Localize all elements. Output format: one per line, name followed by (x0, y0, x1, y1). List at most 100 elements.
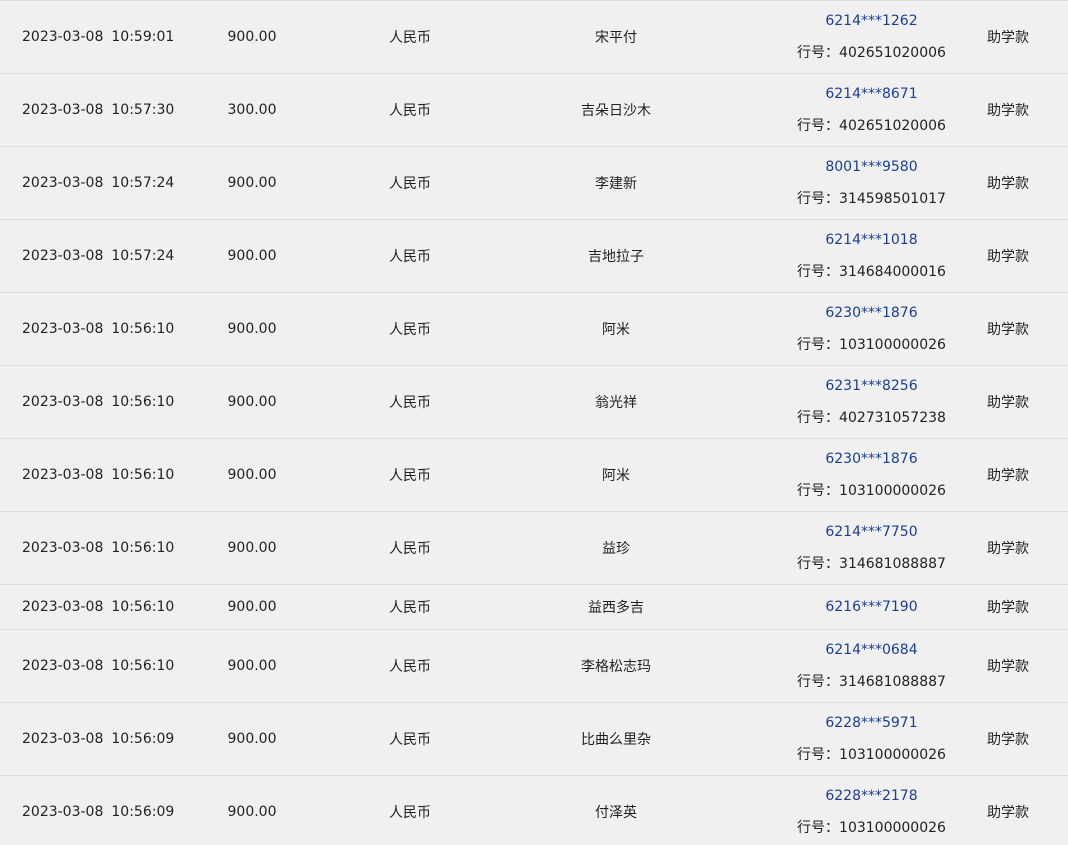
currency: 人民币 (389, 176, 431, 192)
bank-number: 行号：314681088887 (797, 554, 946, 574)
transaction-date: 2023-03-08 (22, 394, 104, 410)
transaction-time: 10:56:10 (111, 658, 175, 674)
remark: 助学款 (987, 103, 1029, 119)
transaction-date: 2023-03-08 (22, 321, 104, 337)
bank-number: 行号：402651020006 (797, 43, 946, 63)
amount: 300.00 (227, 102, 277, 118)
currency: 人民币 (389, 249, 431, 265)
bank-number: 行号：314598501017 (797, 189, 946, 209)
account-number-link[interactable]: 8001***9580 (825, 157, 917, 177)
account-number-link[interactable]: 6231***8256 (825, 376, 917, 396)
account-number-link[interactable]: 6230***1876 (825, 303, 917, 323)
transaction-time-cell: 2023-03-08 10:56:10 (22, 585, 174, 629)
table-row: 2023-03-08 10:56:10 900.00 人民币 李格松志玛 621… (0, 630, 1068, 703)
transaction-time-cell: 2023-03-08 10:57:30 (22, 74, 174, 146)
transaction-date: 2023-03-08 (22, 540, 104, 556)
account-number-link[interactable]: 6228***5971 (825, 713, 917, 733)
account-number-link[interactable]: 6214***7750 (825, 522, 917, 542)
transaction-time: 10:56:10 (111, 467, 175, 483)
table-row: 2023-03-08 10:56:10 900.00 人民币 阿米 6230**… (0, 293, 1068, 366)
transaction-time: 10:56:09 (111, 804, 175, 820)
amount: 900.00 (227, 175, 277, 191)
account-cell: 8001***9580 行号：314598501017 (781, 147, 962, 219)
amount: 900.00 (227, 248, 277, 264)
remark: 助学款 (987, 249, 1029, 265)
transaction-date: 2023-03-08 (22, 599, 104, 615)
transaction-time-cell: 2023-03-08 10:56:09 (22, 776, 174, 845)
account-number-link[interactable]: 6216***7190 (825, 597, 917, 617)
transaction-time-cell: 2023-03-08 10:59:01 (22, 1, 174, 73)
account-holder-name: 阿米 (602, 322, 630, 338)
account-number-link[interactable]: 6214***1262 (825, 11, 917, 31)
account-cell: 6214***1262 行号：402651020006 (781, 1, 962, 73)
account-holder-name: 比曲么里杂 (581, 732, 651, 748)
account-holder-name: 益西多吉 (588, 600, 644, 616)
bank-number-value: 314684000016 (839, 264, 946, 280)
amount: 900.00 (227, 467, 277, 483)
account-number-link[interactable]: 6214***1018 (825, 230, 917, 250)
account-cell: 6231***8256 行号：402731057238 (781, 366, 962, 438)
transaction-date: 2023-03-08 (22, 29, 104, 45)
account-cell: 6228***2178 行号：103100000026 (781, 776, 962, 845)
account-cell: 6214***7750 行号：314681088887 (781, 512, 962, 584)
amount: 900.00 (227, 29, 277, 45)
bank-number-value: 402651020006 (839, 118, 946, 134)
account-number-link[interactable]: 6214***8671 (825, 84, 917, 104)
account-cell: 6214***8671 行号：402651020006 (781, 74, 962, 146)
bank-number: 行号：402731057238 (797, 408, 946, 428)
table-row: 2023-03-08 10:57:24 900.00 人民币 吉地拉子 6214… (0, 220, 1068, 293)
account-number-link[interactable]: 6228***2178 (825, 786, 917, 806)
transaction-date: 2023-03-08 (22, 102, 104, 118)
table-row: 2023-03-08 10:57:24 900.00 人民币 李建新 8001*… (0, 147, 1068, 220)
account-cell: 6214***1018 行号：314684000016 (781, 220, 962, 292)
account-number-link[interactable]: 6230***1876 (825, 449, 917, 469)
transaction-date: 2023-03-08 (22, 658, 104, 674)
amount: 900.00 (227, 804, 277, 820)
transaction-time: 10:56:10 (111, 321, 175, 337)
bank-number-label: 行号： (797, 674, 840, 690)
transaction-time-cell: 2023-03-08 10:57:24 (22, 220, 174, 292)
currency: 人民币 (389, 395, 431, 411)
remark: 助学款 (987, 659, 1029, 675)
bank-number-label: 行号： (797, 410, 840, 426)
table-row: 2023-03-08 10:56:10 900.00 人民币 阿米 6230**… (0, 439, 1068, 512)
amount: 900.00 (227, 731, 277, 747)
transaction-time: 10:57:30 (111, 102, 175, 118)
account-holder-name: 付泽英 (595, 805, 637, 821)
table-row: 2023-03-08 10:59:01 900.00 人民币 宋平付 6214*… (0, 1, 1068, 74)
remark: 助学款 (987, 600, 1029, 616)
account-holder-name: 吉朵日沙木 (581, 103, 651, 119)
amount: 900.00 (227, 658, 277, 674)
account-holder-name: 李格松志玛 (581, 659, 651, 675)
transaction-date: 2023-03-08 (22, 248, 104, 264)
account-cell: 6228***5971 行号：103100000026 (781, 703, 962, 775)
transaction-date: 2023-03-08 (22, 731, 104, 747)
transaction-date: 2023-03-08 (22, 804, 104, 820)
transaction-time-cell: 2023-03-08 10:56:10 (22, 630, 174, 702)
amount: 900.00 (227, 321, 277, 337)
table-row: 2023-03-08 10:56:10 900.00 人民币 翁光祥 6231*… (0, 366, 1068, 439)
currency: 人民币 (389, 805, 431, 821)
account-holder-name: 翁光祥 (595, 395, 637, 411)
account-holder-name: 阿米 (602, 468, 630, 484)
bank-number: 行号：103100000026 (797, 335, 946, 355)
table-row: 2023-03-08 10:56:10 900.00 人民币 益珍 6214**… (0, 512, 1068, 585)
remark: 助学款 (987, 176, 1029, 192)
transaction-time-cell: 2023-03-08 10:56:09 (22, 703, 174, 775)
account-cell: 6230***1876 行号：103100000026 (781, 439, 962, 511)
transaction-table: 2023-03-08 10:59:01 900.00 人民币 宋平付 6214*… (0, 0, 1068, 845)
transaction-time-cell: 2023-03-08 10:56:10 (22, 366, 174, 438)
remark: 助学款 (987, 322, 1029, 338)
remark: 助学款 (987, 30, 1029, 46)
bank-number-value: 402651020006 (839, 45, 946, 61)
bank-number-value: 402731057238 (839, 410, 946, 426)
remark: 助学款 (987, 805, 1029, 821)
currency: 人民币 (389, 732, 431, 748)
remark: 助学款 (987, 732, 1029, 748)
transaction-time-cell: 2023-03-08 10:56:10 (22, 439, 174, 511)
bank-number-label: 行号： (797, 45, 840, 61)
table-row: 2023-03-08 10:56:09 900.00 人民币 付泽英 6228*… (0, 776, 1068, 845)
account-number-link[interactable]: 6214***0684 (825, 640, 917, 660)
bank-number-value: 314681088887 (839, 556, 946, 572)
transaction-time: 10:56:10 (111, 599, 175, 615)
